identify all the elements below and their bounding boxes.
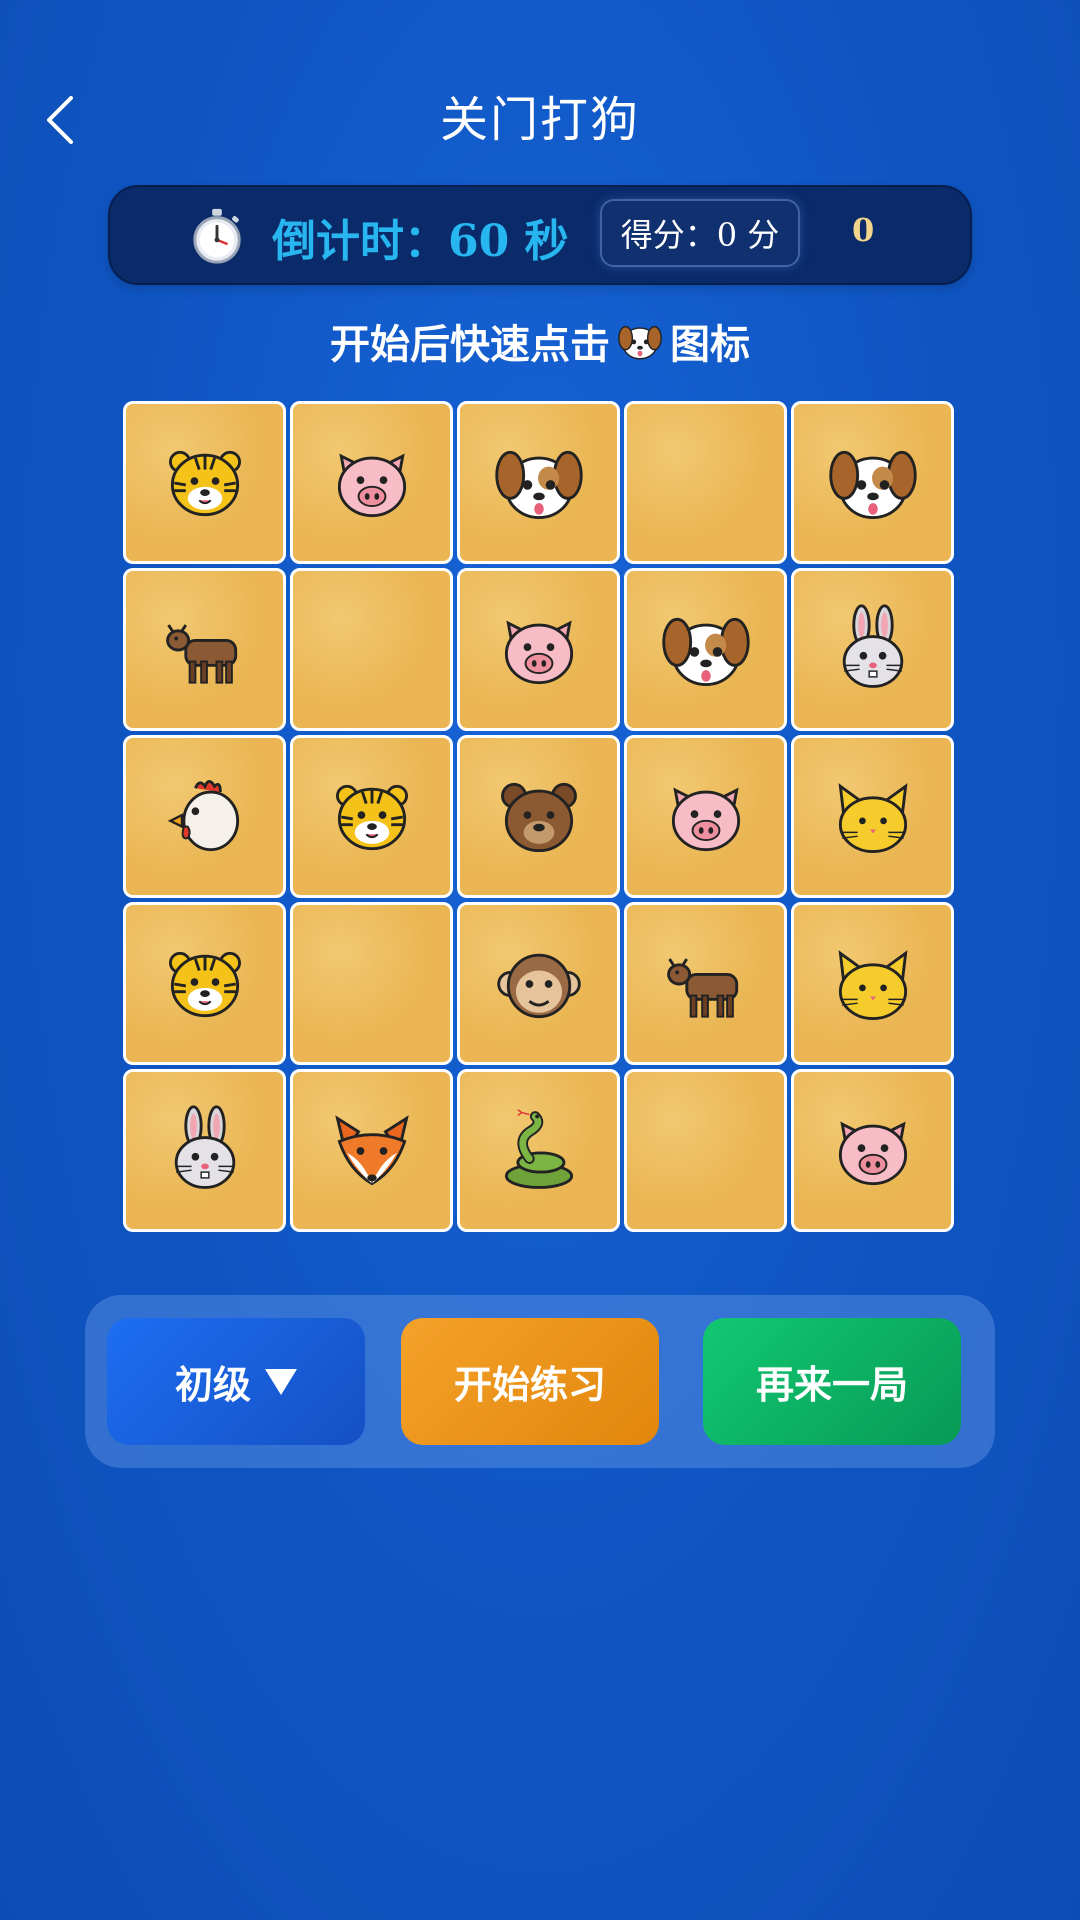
grid-cell-r3-c3[interactable]: [457, 735, 620, 898]
dog-icon: [661, 617, 750, 686]
instruction: 开始后快速点击 图标: [0, 312, 1080, 370]
cow-icon: [666, 957, 738, 1018]
cow-icon: [165, 623, 237, 684]
status-bar: 倒计时：60 秒 得分：0 分 0: [108, 185, 972, 285]
pig-icon: [671, 787, 740, 851]
score-box: 得分：0 分: [602, 201, 798, 265]
grid-cell-r5-c2[interactable]: [290, 1069, 453, 1232]
dog-icon: [618, 325, 662, 360]
grid-cell-r3-c1[interactable]: [123, 735, 286, 898]
grid-cell-r1-c5[interactable]: [791, 401, 954, 564]
pig-icon: [504, 620, 573, 684]
level-label: 初级: [174, 1363, 251, 1407]
instruction-text-after: 图标: [670, 322, 750, 368]
dog-icon: [828, 450, 917, 519]
instruction-text-before: 开始后快速点击: [330, 322, 610, 368]
grid-cell-r4-c2[interactable]: [290, 902, 453, 1065]
tiger-icon: [168, 450, 241, 516]
grid-cell-r4-c3[interactable]: [457, 902, 620, 1065]
fox-icon: [334, 1114, 409, 1185]
grid-cell-r4-c4[interactable]: [624, 902, 787, 1065]
tiger-icon: [335, 784, 408, 850]
grid-cell-r1-c1[interactable]: [123, 401, 286, 564]
cat-icon: [838, 782, 907, 853]
grid-cell-r3-c2[interactable]: [290, 735, 453, 898]
grid-cell-r2-c1[interactable]: [123, 568, 286, 731]
grid-cell-r2-c2[interactable]: [290, 568, 453, 731]
start-practice-button[interactable]: 开始练习: [401, 1318, 659, 1445]
grid-cell-r4-c1[interactable]: [123, 902, 286, 1065]
play-again-button[interactable]: 再来一局: [703, 1318, 961, 1445]
grid-cell-r3-c5[interactable]: [791, 735, 954, 898]
pig-icon: [838, 1121, 907, 1185]
cat-icon: [838, 949, 907, 1020]
tiger-icon: [168, 951, 241, 1017]
monkey-icon: [496, 953, 581, 1018]
grid-cell-r1-c4[interactable]: [624, 401, 787, 564]
grid-cell-r4-c5[interactable]: [791, 902, 954, 1065]
pig-icon: [337, 453, 406, 517]
grid-cell-r2-c3[interactable]: [457, 568, 620, 731]
start-label: 开始练习: [453, 1363, 606, 1407]
grid-cell-r2-c5[interactable]: [791, 568, 954, 731]
grid-cell-r1-c2[interactable]: [290, 401, 453, 564]
dog-icon: [494, 450, 583, 519]
stopwatch-icon: [193, 208, 241, 264]
again-label: 再来一局: [755, 1363, 908, 1407]
grid-cell-r2-c4[interactable]: [624, 568, 787, 731]
bear-icon: [500, 782, 577, 852]
countdown-text: 倒计时：60 秒: [272, 216, 569, 267]
rabbit-icon: [842, 603, 903, 688]
grid-cell-r3-c4[interactable]: [624, 735, 787, 898]
grid-cell-r5-c1[interactable]: [123, 1069, 286, 1232]
game-grid: [123, 401, 957, 1235]
level-select-button[interactable]: 初级: [107, 1318, 365, 1445]
score-label: 得分：0 分: [620, 216, 780, 254]
grid-cell-r5-c5[interactable]: [791, 1069, 954, 1232]
chicken-icon: [167, 779, 239, 851]
rabbit-icon: [174, 1104, 235, 1189]
grid-cell-r5-c3[interactable]: [457, 1069, 620, 1232]
grid-cell-r5-c4[interactable]: [624, 1069, 787, 1232]
page-title: 关门打狗: [439, 92, 640, 148]
score-value: 0: [852, 211, 875, 249]
grid-cell-r1-c3[interactable]: [457, 401, 620, 564]
triangle-down-icon: [265, 1368, 297, 1395]
snake-icon: [504, 1108, 573, 1189]
controls-panel: 初级 开始练习 再来一局: [85, 1295, 995, 1468]
